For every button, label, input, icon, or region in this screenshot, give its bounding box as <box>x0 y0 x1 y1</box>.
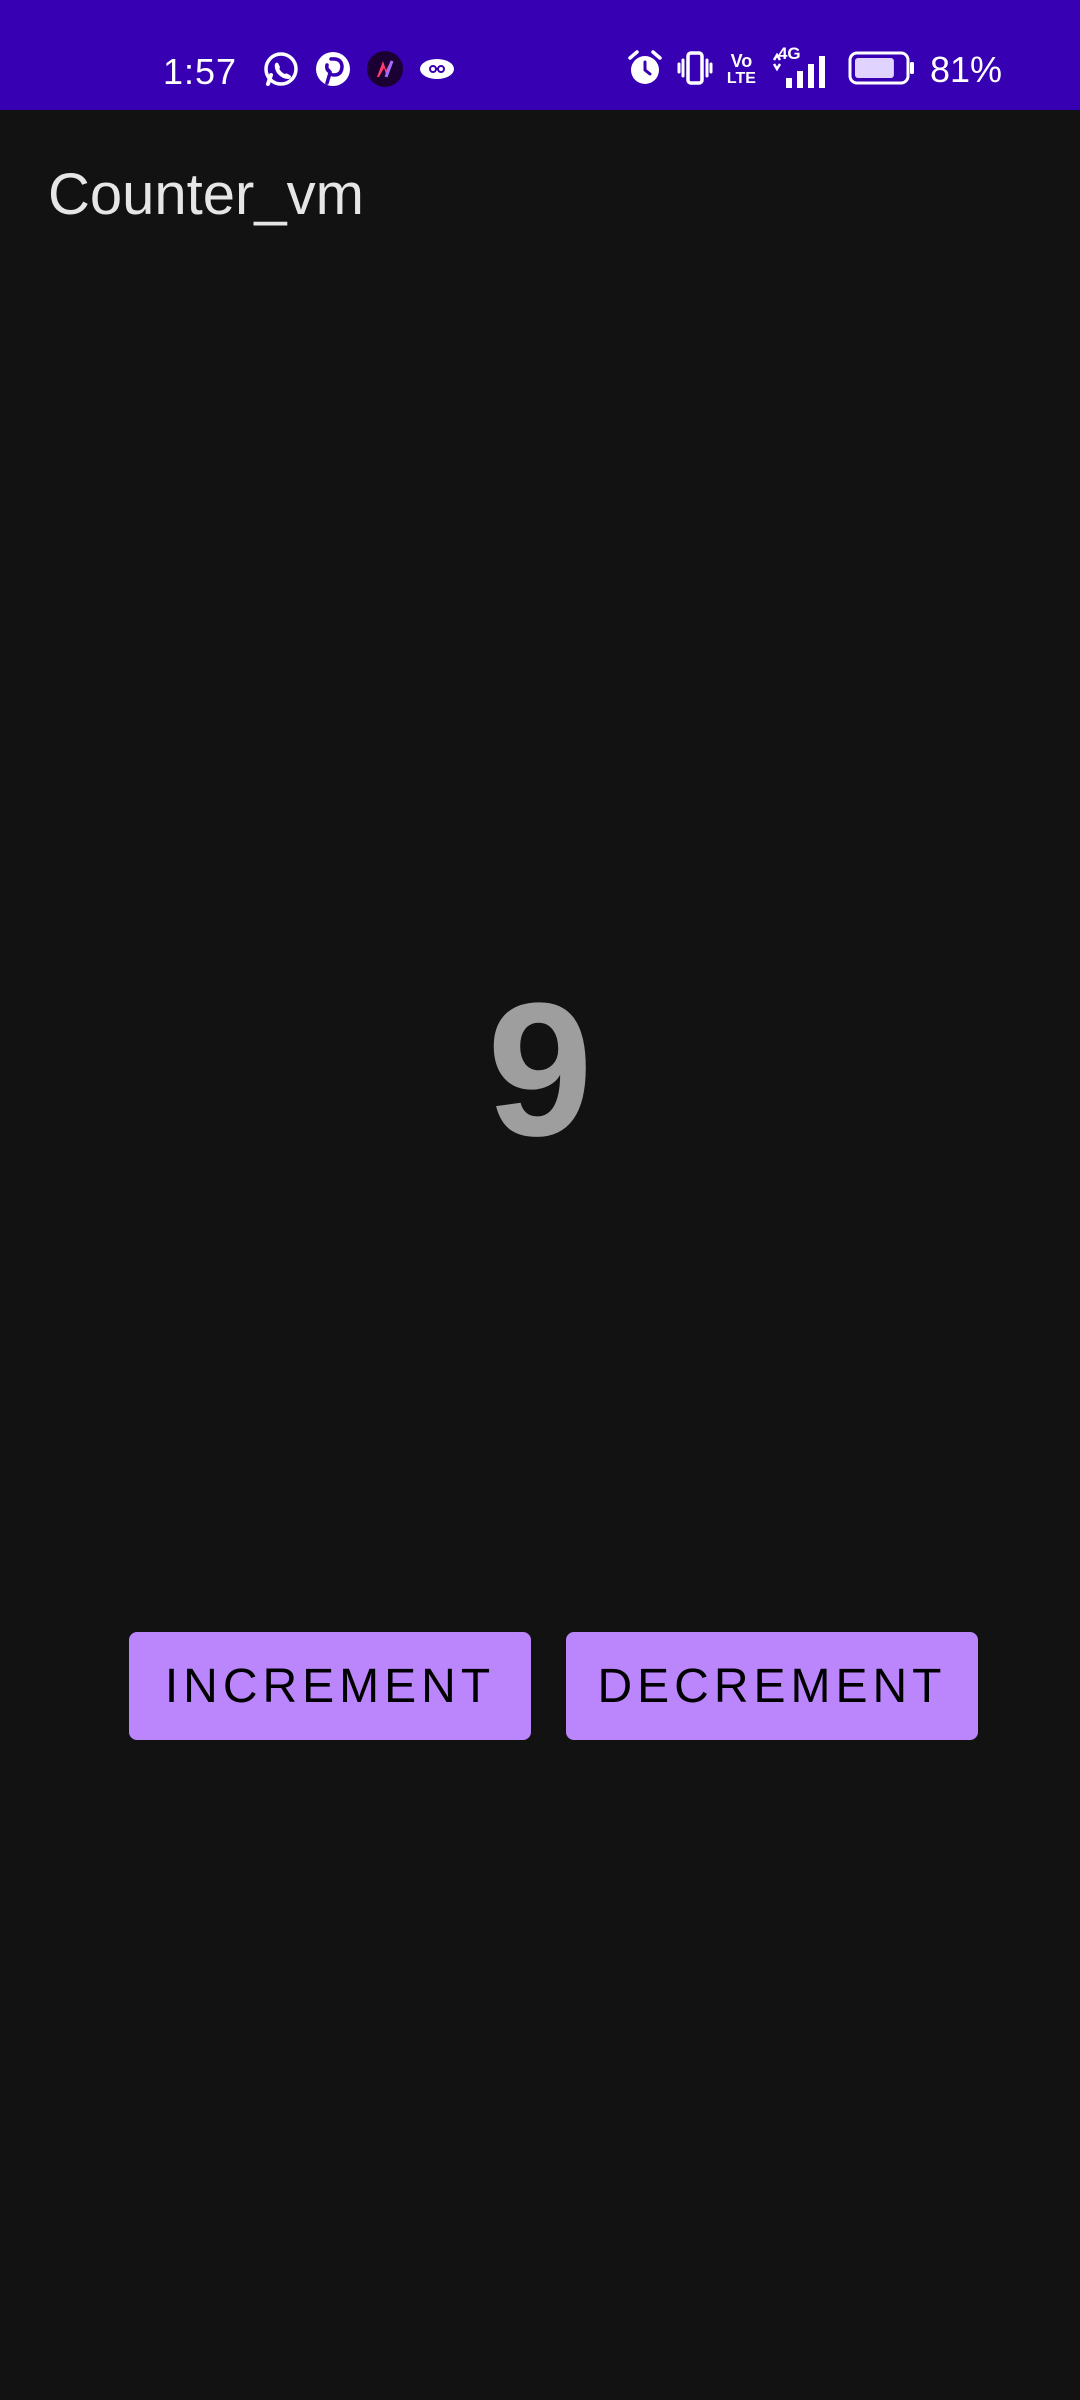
volte-icon: Vo LTE <box>727 52 756 88</box>
signal-icon: 4G <box>770 44 834 90</box>
increment-button[interactable]: INCREMENT <box>129 1632 531 1740</box>
whatsapp-icon <box>262 50 300 93</box>
notification-icons <box>262 50 456 93</box>
battery-percent: 81% <box>929 49 1002 90</box>
status-bar: 1:57 Vo LTE 4G 81% <box>0 0 1080 110</box>
decrement-button[interactable]: DECREMENT <box>566 1632 978 1740</box>
alarm-icon <box>627 49 663 92</box>
app-notification-icon <box>366 50 404 93</box>
counter-value: 9 <box>487 964 593 1176</box>
volte-label-top: Vo <box>730 51 753 71</box>
status-time: 1:57 <box>163 51 238 92</box>
vpn-eye-icon <box>418 50 456 93</box>
volte-label-bottom: LTE <box>726 70 756 87</box>
app-title: Counter_vm <box>48 162 364 227</box>
pinterest-icon <box>314 50 352 93</box>
system-status-icons: Vo LTE 4G 81% <box>627 44 1002 94</box>
battery-icon <box>848 51 916 90</box>
vibrate-icon <box>677 49 713 92</box>
